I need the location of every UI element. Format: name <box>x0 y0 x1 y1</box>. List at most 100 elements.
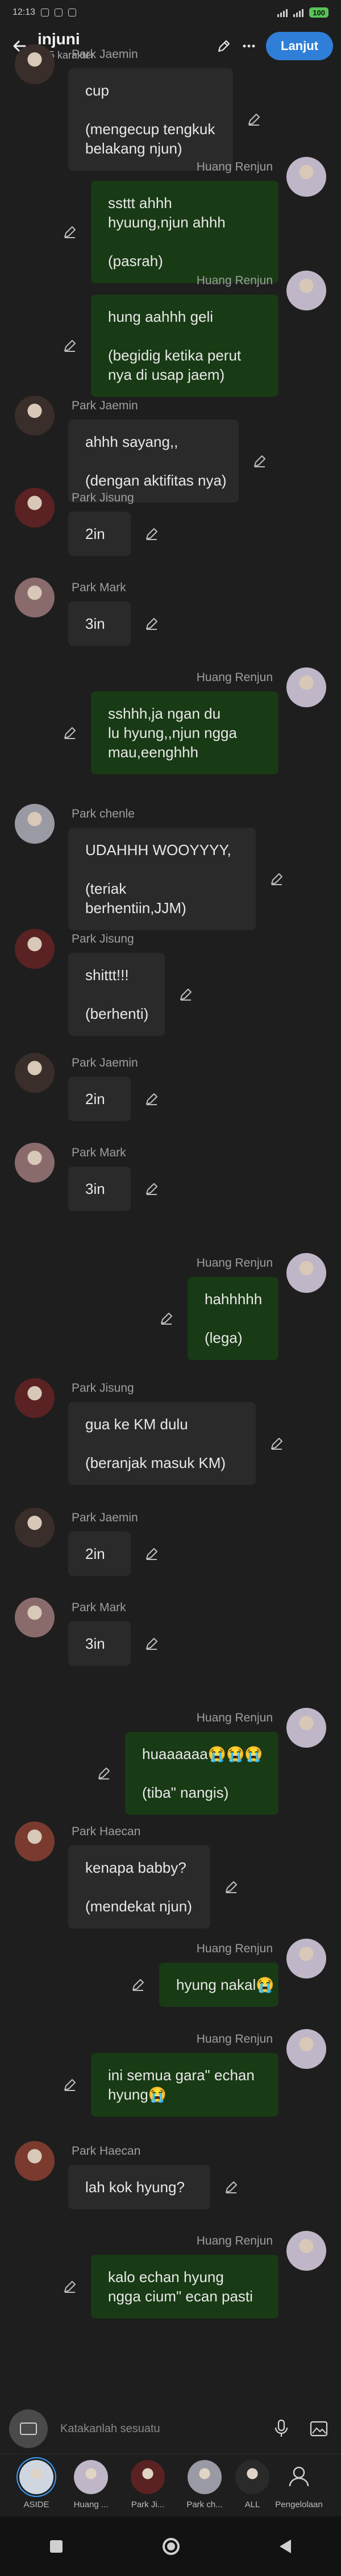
message-bubble[interactable]: ahhh sayang,, (dengan aktifitas nya) <box>68 420 239 503</box>
message-bubble[interactable]: lah kok hyung? <box>68 2165 210 2209</box>
edit-icon[interactable] <box>159 1311 174 1326</box>
avatar[interactable] <box>15 1822 55 1861</box>
sender-name: Huang Renjun <box>196 1711 273 1724</box>
more-icon[interactable] <box>236 34 261 59</box>
edit-icon[interactable] <box>144 1546 159 1561</box>
avatar[interactable] <box>286 2231 326 2271</box>
tab-item[interactable]: Huang ... <box>67 2460 115 2509</box>
avatar[interactable] <box>15 396 55 435</box>
avatar[interactable] <box>286 667 326 707</box>
message-text-line <box>85 1434 240 1453</box>
tab-item[interactable]: ASIDE <box>13 2460 60 2509</box>
avatar[interactable] <box>15 929 55 969</box>
message-bubble[interactable]: kenapa babby? (mendekat njun) <box>68 1845 210 1928</box>
avatar[interactable] <box>15 1598 55 1637</box>
avatar[interactable] <box>15 1378 55 1418</box>
avatar[interactable] <box>15 44 55 84</box>
avatar[interactable] <box>286 1708 326 1748</box>
message-bubble[interactable]: hyung nakal😭 <box>159 1963 278 2007</box>
composer: Katakanlah sesuatu <box>0 2404 341 2454</box>
edit-icon[interactable] <box>224 2180 239 2195</box>
avatar[interactable] <box>286 1253 326 1293</box>
avatar <box>19 2460 53 2494</box>
edit-icon[interactable] <box>144 1092 159 1106</box>
add-media-icon[interactable] <box>9 2409 48 2448</box>
tab-item[interactable]: Park Ji... <box>124 2460 172 2509</box>
message-bubble[interactable]: kalo echan hyung ngga cium" ecan pasti <box>91 2255 278 2318</box>
message-text-line: berhentiin,JJM) <box>85 899 186 916</box>
message-text-line: (mengecup tengkuk <box>85 121 215 138</box>
sender-name: Huang Renjun <box>196 2234 273 2247</box>
message-bubble[interactable]: gua ke KM dulu (beranjak masuk KM) <box>68 1402 256 1485</box>
edit-icon[interactable] <box>269 872 284 886</box>
message-text-line: hahhhhh <box>205 1291 263 1308</box>
mic-icon[interactable] <box>268 2415 294 2442</box>
home-icon[interactable] <box>163 2537 180 2555</box>
edit-icon[interactable] <box>63 2077 77 2092</box>
tab-item[interactable]: Park ch... <box>181 2460 228 2509</box>
message-text-line: sshhh,ja ngan du <box>108 705 221 722</box>
recent-apps-icon[interactable] <box>50 2540 63 2553</box>
message-bubble[interactable]: 3in <box>68 1621 131 1666</box>
edit-icon[interactable] <box>252 454 267 468</box>
next-button[interactable]: Lanjut <box>266 32 333 60</box>
message-bubble[interactable]: 3in <box>68 1167 131 1211</box>
edit-icon[interactable] <box>63 2279 77 2294</box>
message-bubble[interactable]: ssttt ahhh hyuung,njun ahhh (pasrah) <box>91 181 278 283</box>
message-text-line: (pasrah) <box>108 252 163 269</box>
message-bubble[interactable]: 3in <box>68 602 131 646</box>
tab-label: Park Ji... <box>131 2500 165 2509</box>
edit-icon[interactable] <box>131 1977 145 1992</box>
message-bubble[interactable]: 2in <box>68 1532 131 1576</box>
edit-icon[interactable] <box>63 225 77 239</box>
edit-icon[interactable] <box>224 1880 239 1894</box>
message-text-line: (begidig ketika perut <box>108 347 242 364</box>
pencil-icon[interactable] <box>211 34 236 59</box>
edit-icon[interactable] <box>144 1181 159 1196</box>
avatar[interactable] <box>15 1053 55 1093</box>
avatar[interactable] <box>286 2029 326 2069</box>
back-icon[interactable] <box>280 2539 291 2553</box>
edit-icon[interactable] <box>63 338 77 353</box>
message-bubble[interactable]: shittt!!! (berhenti) <box>68 953 165 1036</box>
message-text-line: kalo echan hyung <box>108 2268 224 2285</box>
avatar[interactable] <box>15 578 55 617</box>
avatar[interactable] <box>286 1939 326 1978</box>
sender-name: Huang Renjun <box>196 2032 273 2046</box>
message-bubble[interactable]: cup (mengecup tengkuk belakang njun) <box>68 68 233 171</box>
edit-icon[interactable] <box>144 526 159 541</box>
message-bubble[interactable]: sshhh,ja ngan du lu hyung,,njun ngga mau,e… <box>91 691 278 774</box>
edit-icon[interactable] <box>269 1436 284 1451</box>
message-bubble[interactable]: hahhhhh (lega) <box>188 1277 278 1360</box>
message-text-line: gua ke KM dulu <box>85 1416 188 1433</box>
avatar[interactable] <box>15 488 55 528</box>
message-text-line <box>108 326 263 346</box>
edit-icon[interactable] <box>247 112 261 127</box>
edit-icon[interactable] <box>63 725 77 740</box>
avatar[interactable] <box>15 1143 55 1183</box>
message-bubble[interactable]: 2in <box>68 1077 131 1121</box>
avatar[interactable] <box>15 2141 55 2181</box>
message-bubble[interactable]: 2in <box>68 512 131 556</box>
avatar[interactable] <box>286 157 326 197</box>
tab-item[interactable]: ALL <box>228 2460 276 2509</box>
edit-icon[interactable] <box>144 616 159 631</box>
tab-item[interactable]: Pengelolaan <box>275 2460 323 2509</box>
message-text-line: belakang njun) <box>85 140 182 157</box>
edit-icon[interactable] <box>97 1766 111 1781</box>
message-bubble[interactable]: ini semua gara" echan hyung😭 <box>91 2053 278 2117</box>
message-text-line: ini semua gara" echan <box>108 2067 255 2084</box>
message-text-line <box>85 451 223 471</box>
message-bubble[interactable]: huaaaaaa😭😭😭 (tiba" nangis) <box>125 1732 278 1815</box>
message-bubble[interactable]: hung aahhh geli (begidig ketika perut nya… <box>91 294 278 397</box>
system-nav-bar <box>0 2516 341 2576</box>
avatar[interactable] <box>286 271 326 310</box>
message-input[interactable]: Katakanlah sesuatu <box>60 2415 258 2442</box>
message-bubble[interactable]: UDAHHH WOOYYYY, (teriak berhentiin,JJM) <box>68 828 256 930</box>
avatar[interactable] <box>15 1508 55 1548</box>
message-text-line <box>205 1309 263 1328</box>
edit-icon[interactable] <box>144 1636 159 1651</box>
edit-icon[interactable] <box>178 987 193 1002</box>
avatar[interactable] <box>15 804 55 844</box>
gallery-icon[interactable] <box>306 2415 332 2442</box>
